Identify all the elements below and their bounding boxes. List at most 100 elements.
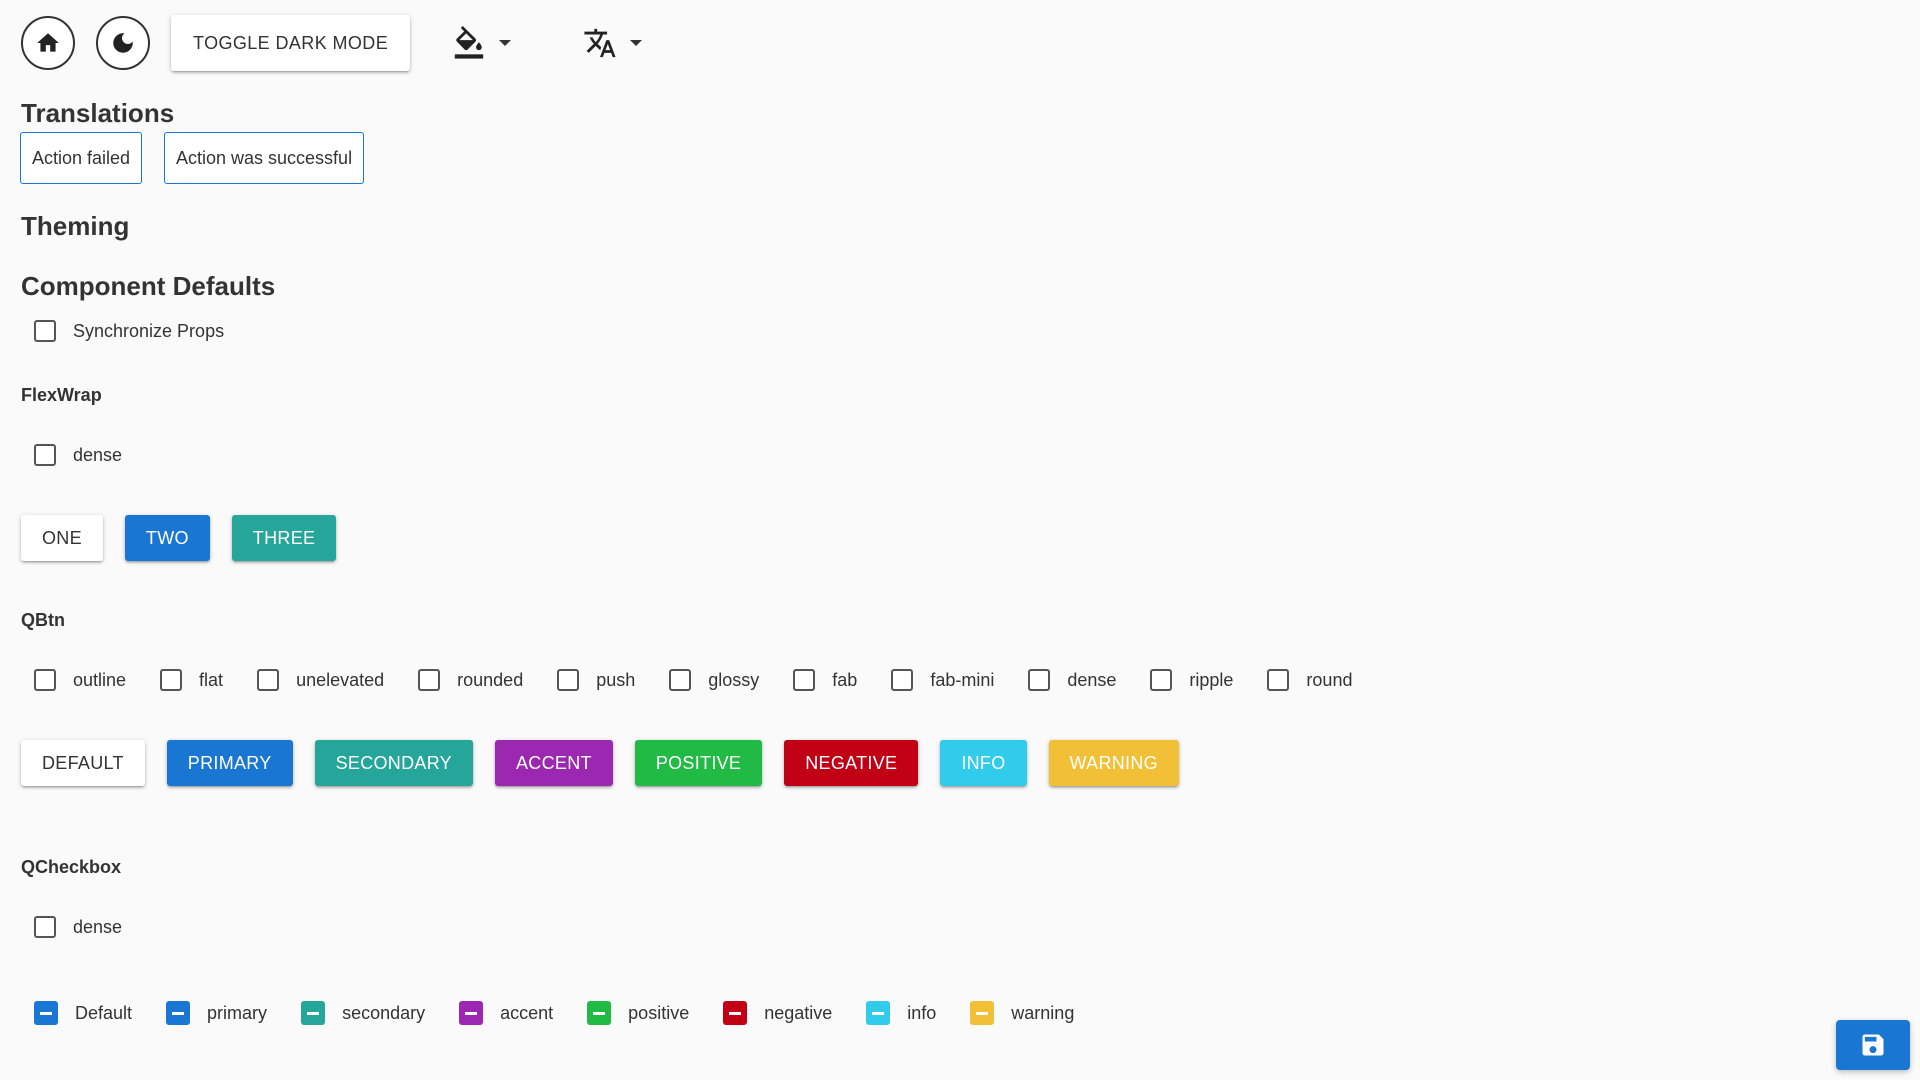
indeterminate-box — [459, 1001, 484, 1025]
checkbox-label: dense — [1067, 669, 1117, 690]
accent-button[interactable]: ACCENT — [495, 740, 613, 786]
checkbox-label: positive — [628, 1002, 690, 1023]
flexwrap-dense-checkbox[interactable]: dense — [34, 444, 122, 466]
checkbox-box — [257, 669, 280, 691]
checkbox-label: negative — [764, 1002, 833, 1023]
save-button[interactable] — [1836, 1020, 1910, 1070]
checkbox-box — [669, 669, 692, 691]
glossy-checkbox[interactable]: glossy — [669, 669, 759, 691]
indeterminate-box — [970, 1001, 995, 1025]
primary-button[interactable]: PRIMARY — [166, 740, 293, 786]
checkbox-label: primary — [207, 1002, 268, 1023]
qbtn-dense-checkbox[interactable]: dense — [1028, 669, 1116, 691]
sync-props-row: Synchronize Props — [34, 320, 258, 342]
negative-checkbox[interactable]: negative — [723, 1001, 832, 1025]
dark-mode-icon-button[interactable] — [96, 16, 150, 70]
checkbox-box — [557, 669, 580, 691]
flexwrap-heading: FlexWrap — [21, 385, 102, 405]
fab-checkbox[interactable]: fab — [793, 669, 857, 691]
qcheckbox-heading: QCheckbox — [21, 857, 122, 877]
rounded-checkbox[interactable]: rounded — [418, 669, 523, 691]
checkbox-label: round — [1306, 669, 1353, 690]
chevron-down-icon — [630, 40, 643, 46]
checkbox-label: flat — [199, 669, 224, 690]
action-successful-button[interactable]: Action was successful — [164, 132, 365, 184]
positive-button[interactable]: POSITIVE — [634, 740, 763, 786]
checkbox-label: outline — [73, 669, 127, 690]
checkbox-label: accent — [500, 1002, 554, 1023]
theme-color-dropdown[interactable] — [452, 15, 512, 71]
home-button[interactable] — [21, 16, 75, 70]
page: TOGGLE DARK MODE Translations Action fai… — [0, 0, 1920, 1080]
primary-checkbox[interactable]: primary — [166, 1001, 267, 1025]
unelevated-checkbox[interactable]: unelevated — [257, 669, 384, 691]
three-button[interactable]: THREE — [231, 515, 337, 561]
checkbox-label: rounded — [457, 669, 524, 690]
qbtn-color-buttons: DEFAULT PRIMARY SECONDARY ACCENT POSITIV… — [21, 740, 1201, 786]
language-dropdown[interactable] — [583, 15, 643, 71]
flat-checkbox[interactable]: flat — [160, 669, 223, 691]
checkbox-label: dense — [73, 444, 123, 465]
checkbox-box — [34, 669, 56, 691]
negative-button[interactable]: NEGATIVE — [784, 740, 919, 786]
indeterminate-box — [166, 1001, 191, 1025]
synchronize-props-checkbox[interactable]: Synchronize Props — [34, 320, 224, 342]
home-icon — [37, 33, 59, 52]
checkbox-label: ripple — [1189, 669, 1234, 690]
checkbox-label: Default — [75, 1002, 133, 1023]
flexwrap-options: dense — [34, 444, 156, 466]
two-button[interactable]: TWO — [124, 515, 210, 561]
info-checkbox[interactable]: info — [866, 1001, 936, 1025]
secondary-checkbox[interactable]: secondary — [301, 1001, 425, 1025]
checkbox-box — [160, 669, 183, 691]
qcheckbox-dense-checkbox[interactable]: dense — [34, 916, 122, 938]
accent-checkbox[interactable]: accent — [459, 1001, 553, 1025]
checkbox-box — [34, 444, 56, 466]
component-defaults-heading: Component Defaults — [21, 271, 276, 301]
qbtn-options: outline flat unelevated rounded push glo… — [34, 669, 1386, 691]
checkbox-box — [34, 320, 56, 342]
qcheckbox-options: dense — [34, 916, 156, 938]
default-checkbox[interactable]: Default — [34, 1001, 132, 1025]
checkbox-label: unelevated — [296, 669, 385, 690]
checkbox-box — [891, 669, 914, 691]
checkbox-label: secondary — [342, 1002, 426, 1023]
positive-checkbox[interactable]: positive — [587, 1001, 689, 1025]
push-checkbox[interactable]: push — [557, 669, 635, 691]
default-button[interactable]: DEFAULT — [21, 740, 145, 786]
fab-mini-checkbox[interactable]: fab-mini — [891, 669, 994, 691]
checkbox-box — [793, 669, 816, 691]
paint-bucket-icon — [454, 26, 484, 59]
save-icon — [1862, 1034, 1884, 1056]
theming-heading: Theming — [21, 211, 130, 241]
checkbox-box — [1028, 669, 1051, 691]
checkbox-label: glossy — [708, 669, 760, 690]
round-checkbox[interactable]: round — [1267, 669, 1352, 691]
info-button[interactable]: INFO — [940, 740, 1027, 786]
secondary-button[interactable]: SECONDARY — [314, 740, 473, 786]
outline-checkbox[interactable]: outline — [34, 669, 126, 691]
checkbox-box — [34, 916, 56, 938]
toggle-dark-mode-button[interactable]: TOGGLE DARK MODE — [171, 15, 411, 71]
checkbox-label: push — [596, 669, 636, 690]
indeterminate-box — [301, 1001, 326, 1025]
checkbox-label: Synchronize Props — [73, 320, 225, 341]
warning-checkbox[interactable]: warning — [970, 1001, 1074, 1025]
indeterminate-box — [587, 1001, 612, 1025]
indeterminate-box — [866, 1001, 891, 1025]
checkbox-label: warning — [1011, 1002, 1075, 1023]
one-button[interactable]: ONE — [21, 515, 103, 561]
warning-button[interactable]: WARNING — [1048, 740, 1179, 786]
qbtn-heading: QBtn — [21, 610, 65, 630]
checkbox-label: dense — [73, 916, 123, 937]
checkbox-label: fab-mini — [930, 669, 995, 690]
qcheckbox-color-row: Default primary secondary accent positiv… — [34, 1001, 1108, 1025]
checkbox-box — [418, 669, 441, 691]
ripple-checkbox[interactable]: ripple — [1150, 669, 1233, 691]
flexwrap-buttons: ONE TWO THREE — [21, 515, 358, 561]
indeterminate-box — [723, 1001, 748, 1025]
action-failed-button[interactable]: Action failed — [20, 132, 143, 184]
chevron-down-icon — [499, 40, 512, 46]
indeterminate-box — [34, 1001, 58, 1025]
translations-heading: Translations — [21, 98, 175, 128]
